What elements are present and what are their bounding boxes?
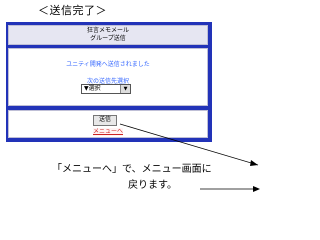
arrowhead-icon: [250, 160, 258, 166]
instruction-caption: 「メニューへ」で、メニュー画面に 戻ります。: [52, 162, 212, 194]
instruction-line-1: 「メニューへ」で、メニュー画面に: [52, 164, 212, 175]
arrow-right-icon: [253, 186, 260, 192]
instruction-line-2: 戻ります。: [128, 180, 177, 191]
callout-line: [119, 123, 259, 166]
